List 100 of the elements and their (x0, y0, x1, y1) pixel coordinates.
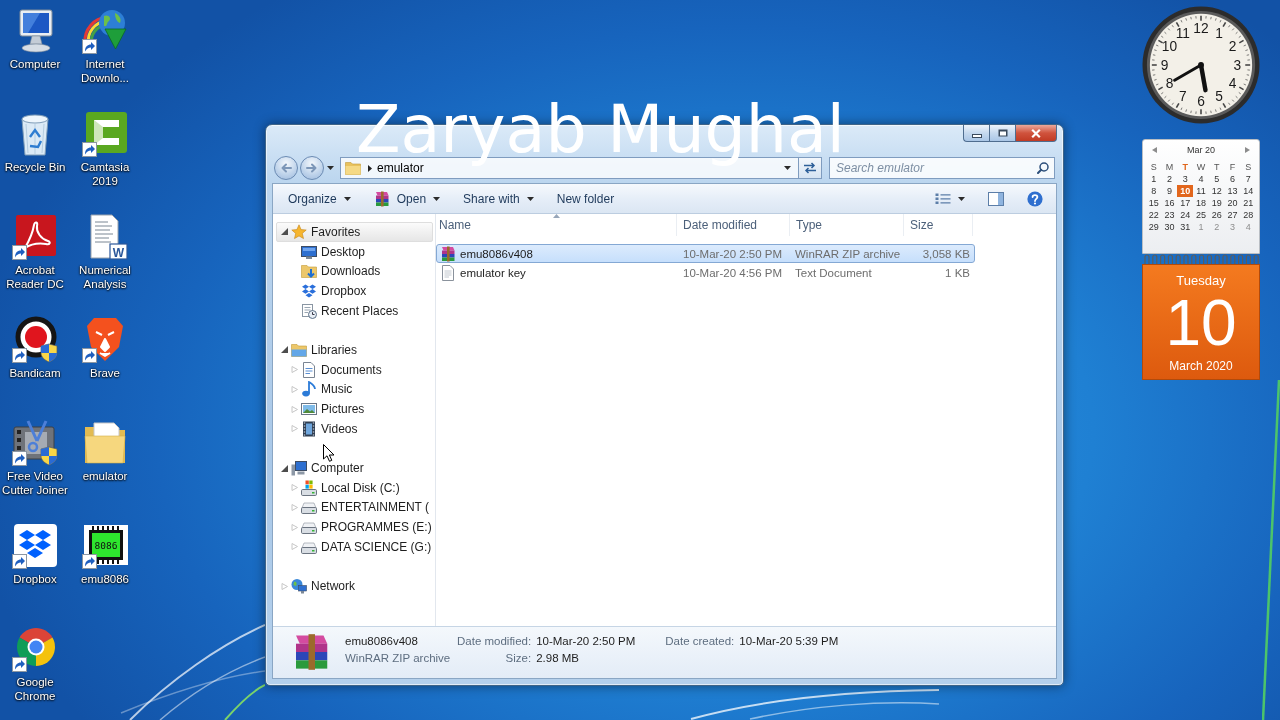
arrow-right-icon (306, 163, 318, 173)
caret-icon (958, 196, 965, 201)
close-button[interactable] (1016, 125, 1057, 142)
tree-item[interactable]: Documents (276, 359, 433, 380)
menu-button[interactable]: Share with (456, 186, 541, 211)
weekday-label: S (1149, 161, 1158, 173)
folder-icon (345, 161, 361, 175)
calendar-day[interactable]: 3 (1177, 173, 1194, 185)
calendar-day[interactable]: 21 (1240, 197, 1256, 209)
launcher[interactable]: Acrobat Reader DC (0, 211, 70, 291)
calendar-day[interactable]: 28 (1240, 209, 1256, 221)
launcher[interactable]: 8086 emu8086 (70, 520, 140, 586)
open-box-icon (301, 282, 317, 299)
tree-item[interactable]: DATA SCIENCE (G:) (276, 537, 433, 557)
launcher[interactable]: emulator (70, 417, 140, 483)
caret-icon[interactable] (327, 166, 334, 170)
arrow-right-icon[interactable] (1245, 147, 1250, 153)
tree-item[interactable]: Pictures (276, 399, 433, 419)
arrow-left-icon (280, 163, 292, 173)
calendar-day[interactable]: 12 (1208, 185, 1225, 197)
tree-item[interactable]: Favorites (276, 222, 433, 242)
calendar-day[interactable]: 9 (1161, 185, 1178, 197)
month-year-text: March 2020 (1169, 359, 1233, 374)
expanded-arrow-icon[interactable] (281, 464, 288, 472)
launcher[interactable]: Bandicam (0, 314, 70, 380)
calendar-day[interactable]: 4 (1193, 173, 1209, 185)
column-header[interactable]: Size (904, 214, 973, 236)
calendar-day[interactable]: 15 (1146, 197, 1162, 209)
music-note-icon (301, 381, 317, 398)
file-row[interactable]: emu8086v408 10-Mar-20 2:50 PM WinRAR ZIP archive 3,058 KB (436, 244, 975, 263)
calendar-day[interactable]: 5 (1208, 173, 1225, 185)
open-button[interactable]: Open (366, 186, 448, 211)
field-label: Date modified: (457, 634, 532, 648)
launcher[interactable]: Brave (70, 314, 140, 380)
launcher[interactable]: Recycle Bin (0, 108, 70, 174)
tree-item[interactable]: Recent Places (276, 300, 433, 321)
back-button[interactable] (274, 156, 298, 180)
launcher[interactable]: Camtasia 2019 (70, 108, 140, 188)
calendar-day[interactable]: 17 (1177, 197, 1194, 209)
tree-item[interactable]: Downloads (276, 261, 433, 282)
launcher[interactable]: Free Video Cutter Joiner (0, 417, 70, 497)
caret-icon (433, 196, 441, 201)
tree-item[interactable]: Computer (276, 458, 433, 478)
calendar-day[interactable]: 20 (1224, 197, 1241, 209)
launcher[interactable]: Internet Downlo... (70, 5, 140, 85)
calendar-day[interactable]: 31 (1177, 221, 1194, 233)
caret-icon[interactable] (784, 166, 791, 170)
tree-item[interactable]: Local Disk (C:) (276, 477, 433, 498)
toolbar-button[interactable]: New folder (549, 186, 622, 211)
calendar-day[interactable]: 22 (1146, 209, 1162, 221)
weekday-label: S (1244, 161, 1253, 173)
calendar-day[interactable]: 30 (1161, 221, 1178, 233)
calendar-day[interactable]: 23 (1161, 209, 1178, 221)
mouse-pointer-icon (323, 444, 335, 462)
menu-button[interactable]: Organize (281, 186, 358, 211)
calendar-day[interactable]: 18 (1193, 197, 1209, 209)
calendar-day[interactable]: 7 (1240, 173, 1256, 185)
launcher[interactable]: W Numerical Analysis (70, 211, 140, 291)
expanded-arrow-icon[interactable] (281, 346, 288, 354)
column-header[interactable]: Type (790, 214, 904, 236)
calendar-day[interactable]: 13 (1224, 185, 1241, 197)
download-folder-icon (301, 263, 317, 280)
file-row[interactable]: emulator key 10-Mar-20 4:56 PM Text Document 1 KB (436, 263, 975, 282)
calendar-day[interactable]: 14 (1240, 185, 1256, 197)
calendar-day[interactable]: 25 (1193, 209, 1209, 221)
calendar-day[interactable]: 29 (1146, 221, 1162, 233)
calendar-day[interactable]: 24 (1177, 209, 1194, 221)
file-name: emu8086v408 (345, 634, 418, 648)
stacked-books-icon (373, 190, 390, 207)
calendar-day[interactable]: 8 (1146, 185, 1162, 197)
film-icon (301, 420, 317, 437)
drive-icon (301, 499, 317, 516)
tree-item[interactable]: Libraries (276, 340, 433, 360)
tree-item[interactable]: ENTERTAINMENT ( (276, 497, 433, 518)
arrow-left-icon[interactable] (1152, 147, 1157, 153)
tree-item[interactable]: Network (276, 576, 433, 597)
column-header[interactable]: Date modified (677, 214, 790, 236)
calendar-day[interactable]: 1 (1146, 173, 1162, 185)
launcher[interactable]: Computer (0, 5, 70, 71)
calendar-day[interactable]: 19 (1208, 197, 1225, 209)
tree-item[interactable]: Music (276, 379, 433, 400)
column-header[interactable]: Name (436, 214, 677, 236)
tree-item[interactable]: Dropbox (276, 281, 433, 301)
launcher[interactable]: Dropbox (0, 520, 70, 586)
expanded-arrow-icon[interactable] (281, 228, 288, 236)
launcher[interactable]: Google Chrome (0, 623, 70, 703)
maximize-button[interactable] (989, 125, 1016, 142)
tree-item[interactable]: Videos (276, 418, 433, 439)
calendar-day[interactable]: 26 (1208, 209, 1225, 221)
field-value: 10-Mar-20 5:39 PM (739, 634, 839, 648)
calendar-day[interactable]: 27 (1224, 209, 1241, 221)
calendar-day[interactable]: 2 (1161, 173, 1178, 185)
calendar-day[interactable]: 11 (1193, 185, 1209, 197)
tree-item[interactable]: PROGRAMMES (E:) (276, 517, 433, 537)
minimize-icon (971, 133, 982, 138)
search-icon[interactable] (1037, 162, 1049, 174)
calendar-day[interactable]: 6 (1224, 173, 1241, 185)
tree-item[interactable]: Desktop (276, 241, 433, 262)
calendar-day[interactable]: 16 (1161, 197, 1178, 209)
minimize-button[interactable] (963, 125, 989, 142)
